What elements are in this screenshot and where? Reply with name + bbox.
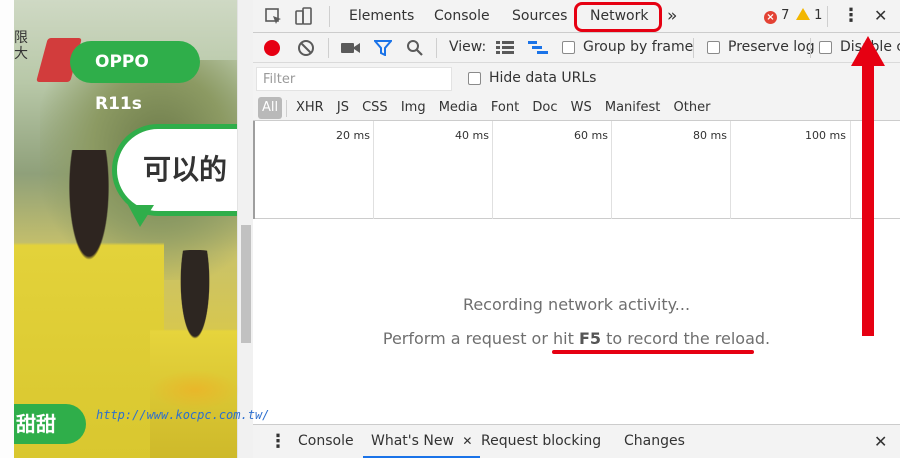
- network-overview[interactable]: 20 ms 40 ms 60 ms 80 ms 100 ms: [253, 121, 900, 219]
- hide-data-urls-checkbox[interactable]: [468, 72, 481, 85]
- overview-tick: 20 ms: [336, 129, 370, 142]
- watermark-url: http://www.kocpc.com.tw/: [96, 408, 270, 422]
- overview-gridline: [492, 121, 493, 219]
- drawer-tab-whats-new-label: What's New: [371, 433, 454, 449]
- type-filter-img[interactable]: Img: [401, 97, 426, 119]
- overview-left-edge: [253, 121, 255, 219]
- reload-hint-key: F5: [578, 329, 602, 348]
- type-filter-manifest[interactable]: Manifest: [605, 97, 660, 119]
- page-scrollbar-thumb[interactable]: [241, 225, 251, 343]
- person-right: [150, 250, 237, 458]
- overview-gridline: [611, 121, 612, 219]
- tabbar-divider: [329, 6, 330, 27]
- overview-tick: 40 ms: [455, 129, 489, 142]
- clear-icon[interactable]: [297, 39, 315, 57]
- overview-gridline: [730, 121, 731, 219]
- close-devtools-icon[interactable]: ✕: [874, 0, 887, 33]
- watermark-logo: [150, 370, 240, 410]
- type-filter-xhr[interactable]: XHR: [296, 97, 324, 119]
- network-empty-state: Recording network activity... Perform a …: [253, 219, 900, 424]
- type-filter-css[interactable]: CSS: [362, 97, 388, 119]
- error-counter[interactable]: × 7: [764, 0, 789, 33]
- drawer-tab-request-blocking[interactable]: Request blocking: [481, 425, 601, 458]
- overview-tick: 60 ms: [574, 129, 608, 142]
- page-left-margin: [0, 0, 14, 458]
- disable-cache-checkbox[interactable]: [819, 41, 832, 54]
- error-icon: ×: [764, 11, 777, 24]
- inspect-element-icon[interactable]: [264, 7, 284, 27]
- hide-data-urls-label: Hide data URLs: [489, 70, 597, 86]
- group-by-frame-checkbox[interactable]: [562, 41, 575, 54]
- warning-icon: [796, 8, 810, 20]
- type-filter-doc[interactable]: Doc: [532, 97, 557, 119]
- group-by-frame-label: Group by frame: [583, 39, 694, 55]
- brand-label: OPPO R11s: [70, 41, 200, 114]
- more-tabs-icon[interactable]: »: [667, 0, 677, 33]
- type-filter-ws[interactable]: WS: [571, 97, 592, 119]
- type-filter-other[interactable]: Other: [674, 97, 711, 119]
- device-toolbar-icon[interactable]: [294, 7, 314, 27]
- tabbar-divider-right: [827, 6, 828, 27]
- overview-tick: 100 ms: [805, 129, 846, 142]
- network-tab-highlight: [574, 2, 662, 32]
- network-toolbar: View: Group by frame Preserve log Disabl…: [253, 33, 900, 63]
- drawer-menu-icon[interactable]: ⋮: [269, 425, 287, 458]
- reload-hint: Perform a request or hit F5 to record th…: [253, 329, 900, 348]
- tab-sources[interactable]: Sources: [512, 0, 567, 33]
- search-icon[interactable]: [406, 39, 424, 57]
- filter-input[interactable]: [256, 67, 452, 91]
- side-caption: 限大: [14, 30, 28, 62]
- type-filter-js[interactable]: JS: [337, 97, 349, 119]
- overview-tick: 80 ms: [693, 129, 727, 142]
- tab-console[interactable]: Console: [434, 0, 490, 33]
- drawer-tab-close-icon[interactable]: ✕: [462, 434, 472, 448]
- preserve-log-checkbox[interactable]: [707, 41, 720, 54]
- screenshot-camera-icon[interactable]: [341, 41, 361, 55]
- screen: 限大 OPPO R11s 可以的 甜甜 http://www.kocpc.com…: [0, 0, 900, 458]
- drawer-tab-console[interactable]: Console: [298, 425, 354, 458]
- filter-bar: Hide data URLs All XHR JS CSS Img Media …: [253, 63, 900, 121]
- tab-elements[interactable]: Elements: [349, 0, 414, 33]
- toolbar-divider: [328, 38, 329, 58]
- close-drawer-icon[interactable]: ✕: [874, 425, 887, 458]
- warning-counter[interactable]: 1: [796, 0, 822, 33]
- annotation-arrow-icon: [851, 36, 885, 336]
- type-filter-all[interactable]: All: [258, 97, 283, 119]
- type-filter-media[interactable]: Media: [439, 97, 478, 119]
- recording-message: Recording network activity...: [462, 295, 691, 314]
- devtools-panel: Elements Console Sources Network » × 7 1…: [253, 0, 900, 458]
- toolbar-divider-2: [436, 38, 437, 58]
- toolbar-divider-4: [810, 38, 811, 58]
- drawer-tab-whats-new[interactable]: What's New ✕: [363, 425, 481, 458]
- annotation-underline: [552, 350, 754, 354]
- filter-icon[interactable]: [374, 40, 392, 56]
- reload-hint-suffix: to record the reload.: [601, 329, 771, 348]
- type-filter-list: XHR JS CSS Img Media Font Doc WS Manifes…: [296, 97, 719, 119]
- record-button[interactable]: [264, 40, 280, 56]
- preserve-log-label: Preserve log: [728, 39, 815, 55]
- warning-count: 1: [814, 8, 823, 23]
- overview-gridline: [373, 121, 374, 219]
- devtools-tabbar: Elements Console Sources Network » × 7 1…: [253, 0, 900, 33]
- toolbar-divider-3: [693, 38, 694, 58]
- reload-hint-prefix: Perform a request or hit: [382, 329, 579, 348]
- caption-tag: 甜甜: [14, 404, 86, 444]
- waterfall-icon[interactable]: [528, 41, 548, 55]
- view-label: View:: [449, 39, 487, 55]
- type-filter-font[interactable]: Font: [491, 97, 519, 119]
- kebab-menu-icon[interactable]: ⋮: [842, 0, 860, 33]
- drawer-tab-changes[interactable]: Changes: [624, 425, 685, 458]
- large-rows-icon[interactable]: [496, 41, 514, 55]
- type-filter-divider: [286, 100, 287, 117]
- bottom-drawer: ⋮ Console What's New ✕ Request blocking …: [253, 424, 900, 458]
- error-count: 7: [781, 8, 790, 23]
